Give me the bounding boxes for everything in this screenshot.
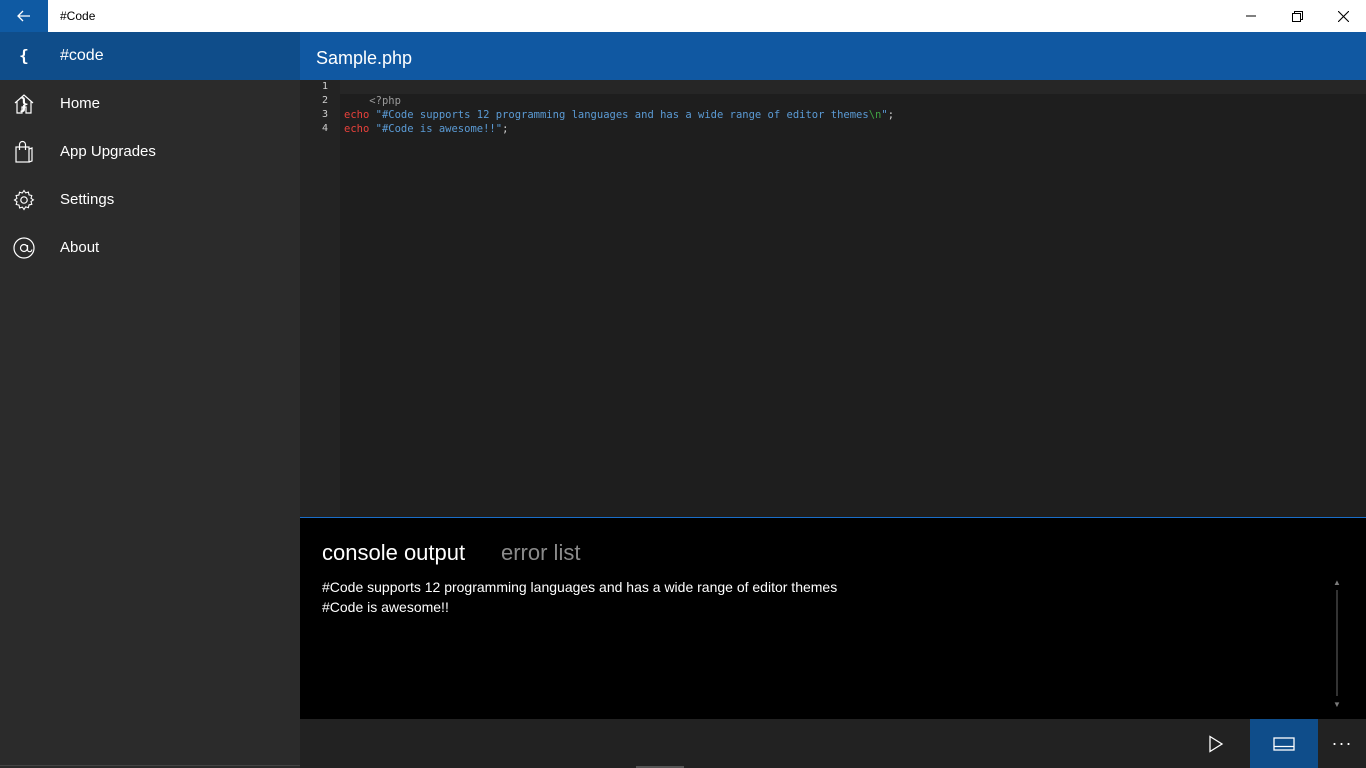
title-bar: #Code bbox=[0, 0, 1366, 32]
back-button[interactable] bbox=[0, 0, 48, 32]
line-number: 3 bbox=[321, 109, 328, 120]
semicolon: ; bbox=[502, 123, 509, 135]
escape-sequence: \n bbox=[868, 109, 882, 121]
sidebar-item-label: Settings bbox=[60, 191, 115, 208]
sidebar-header-label: #code bbox=[60, 47, 104, 64]
sidebar-item-settings[interactable]: Settings bbox=[0, 176, 300, 224]
line-number: 2 bbox=[321, 95, 328, 106]
sidebar-item-about[interactable]: About bbox=[0, 224, 300, 272]
scroll-up-icon[interactable]: ▲ bbox=[1332, 578, 1342, 588]
play-icon bbox=[1209, 734, 1224, 753]
more-options-button[interactable]: ··· bbox=[1318, 719, 1366, 768]
php-open-tag: <?php bbox=[369, 95, 401, 107]
scrollbar-thumb[interactable] bbox=[1336, 590, 1338, 696]
sidebar-item-label: App Upgrades bbox=[60, 143, 156, 160]
semicolon: ; bbox=[887, 109, 895, 121]
document-header: Sample.php bbox=[300, 32, 1366, 80]
sidebar-item-app-upgrades[interactable]: App Upgrades bbox=[0, 128, 300, 176]
home-icon bbox=[14, 94, 34, 114]
close-button[interactable] bbox=[1320, 0, 1366, 32]
app-title: #Code bbox=[60, 9, 96, 23]
tab-console-output[interactable]: console output bbox=[322, 540, 465, 566]
shopping-bag-icon bbox=[15, 140, 33, 163]
document-title: Sample.php bbox=[316, 48, 413, 68]
minimize-button[interactable] bbox=[1228, 0, 1274, 32]
sidebar-item-label: About bbox=[60, 239, 100, 256]
string-literal: "#Code supports 12 programming languages… bbox=[375, 109, 869, 121]
restore-icon bbox=[1291, 10, 1303, 22]
sidebar-item-label: Home bbox=[60, 95, 101, 112]
console-panel: console output error list #Code supports… bbox=[300, 517, 1366, 719]
current-line-highlight bbox=[340, 80, 1366, 94]
scroll-down-icon[interactable]: ▼ bbox=[1332, 700, 1342, 710]
braces-icon: { } bbox=[19, 46, 29, 113]
keyword-echo: echo bbox=[344, 123, 370, 135]
minimize-icon bbox=[1246, 15, 1256, 17]
code-line-1[interactable]: <?php bbox=[344, 80, 401, 107]
divider bbox=[0, 765, 300, 766]
sidebar-header[interactable]: { } #code bbox=[0, 32, 300, 113]
line-number-gutter: 1 2 3 4 bbox=[300, 80, 340, 517]
toggle-console-button[interactable] bbox=[1250, 719, 1318, 768]
close-icon bbox=[1337, 10, 1349, 22]
tab-error-list[interactable]: error list bbox=[501, 540, 580, 566]
console-output-line: #Code supports 12 programming languages … bbox=[322, 579, 838, 595]
gear-icon bbox=[13, 189, 35, 211]
sidebar-item-home[interactable]: Home bbox=[0, 80, 300, 128]
keyword-echo: echo bbox=[344, 109, 370, 121]
line-number: 1 bbox=[321, 81, 328, 92]
string-literal: "#Code is awesome!!" bbox=[375, 123, 503, 135]
run-button[interactable] bbox=[1182, 719, 1250, 768]
restore-button[interactable] bbox=[1274, 0, 1320, 32]
code-line-4[interactable]: echo "#Code is awesome!!"; bbox=[344, 122, 508, 136]
code-line-3[interactable]: echo "#Code supports 12 programming lang… bbox=[344, 108, 894, 122]
back-arrow-icon bbox=[17, 10, 30, 22]
command-bar: ··· bbox=[300, 719, 1366, 768]
sidebar: { } #code Home App Upgrades Settings Abo… bbox=[0, 32, 300, 768]
console-output-line: #Code is awesome!! bbox=[322, 599, 449, 615]
line-number: 4 bbox=[321, 123, 328, 134]
at-sign-icon bbox=[13, 237, 35, 259]
console-panel-icon bbox=[1273, 736, 1295, 751]
console-scrollbar[interactable]: ▲ ▼ bbox=[1332, 578, 1342, 710]
code-editor[interactable]: 1 2 3 4 <?php echo "#Code supports 12 pr… bbox=[300, 80, 1366, 517]
